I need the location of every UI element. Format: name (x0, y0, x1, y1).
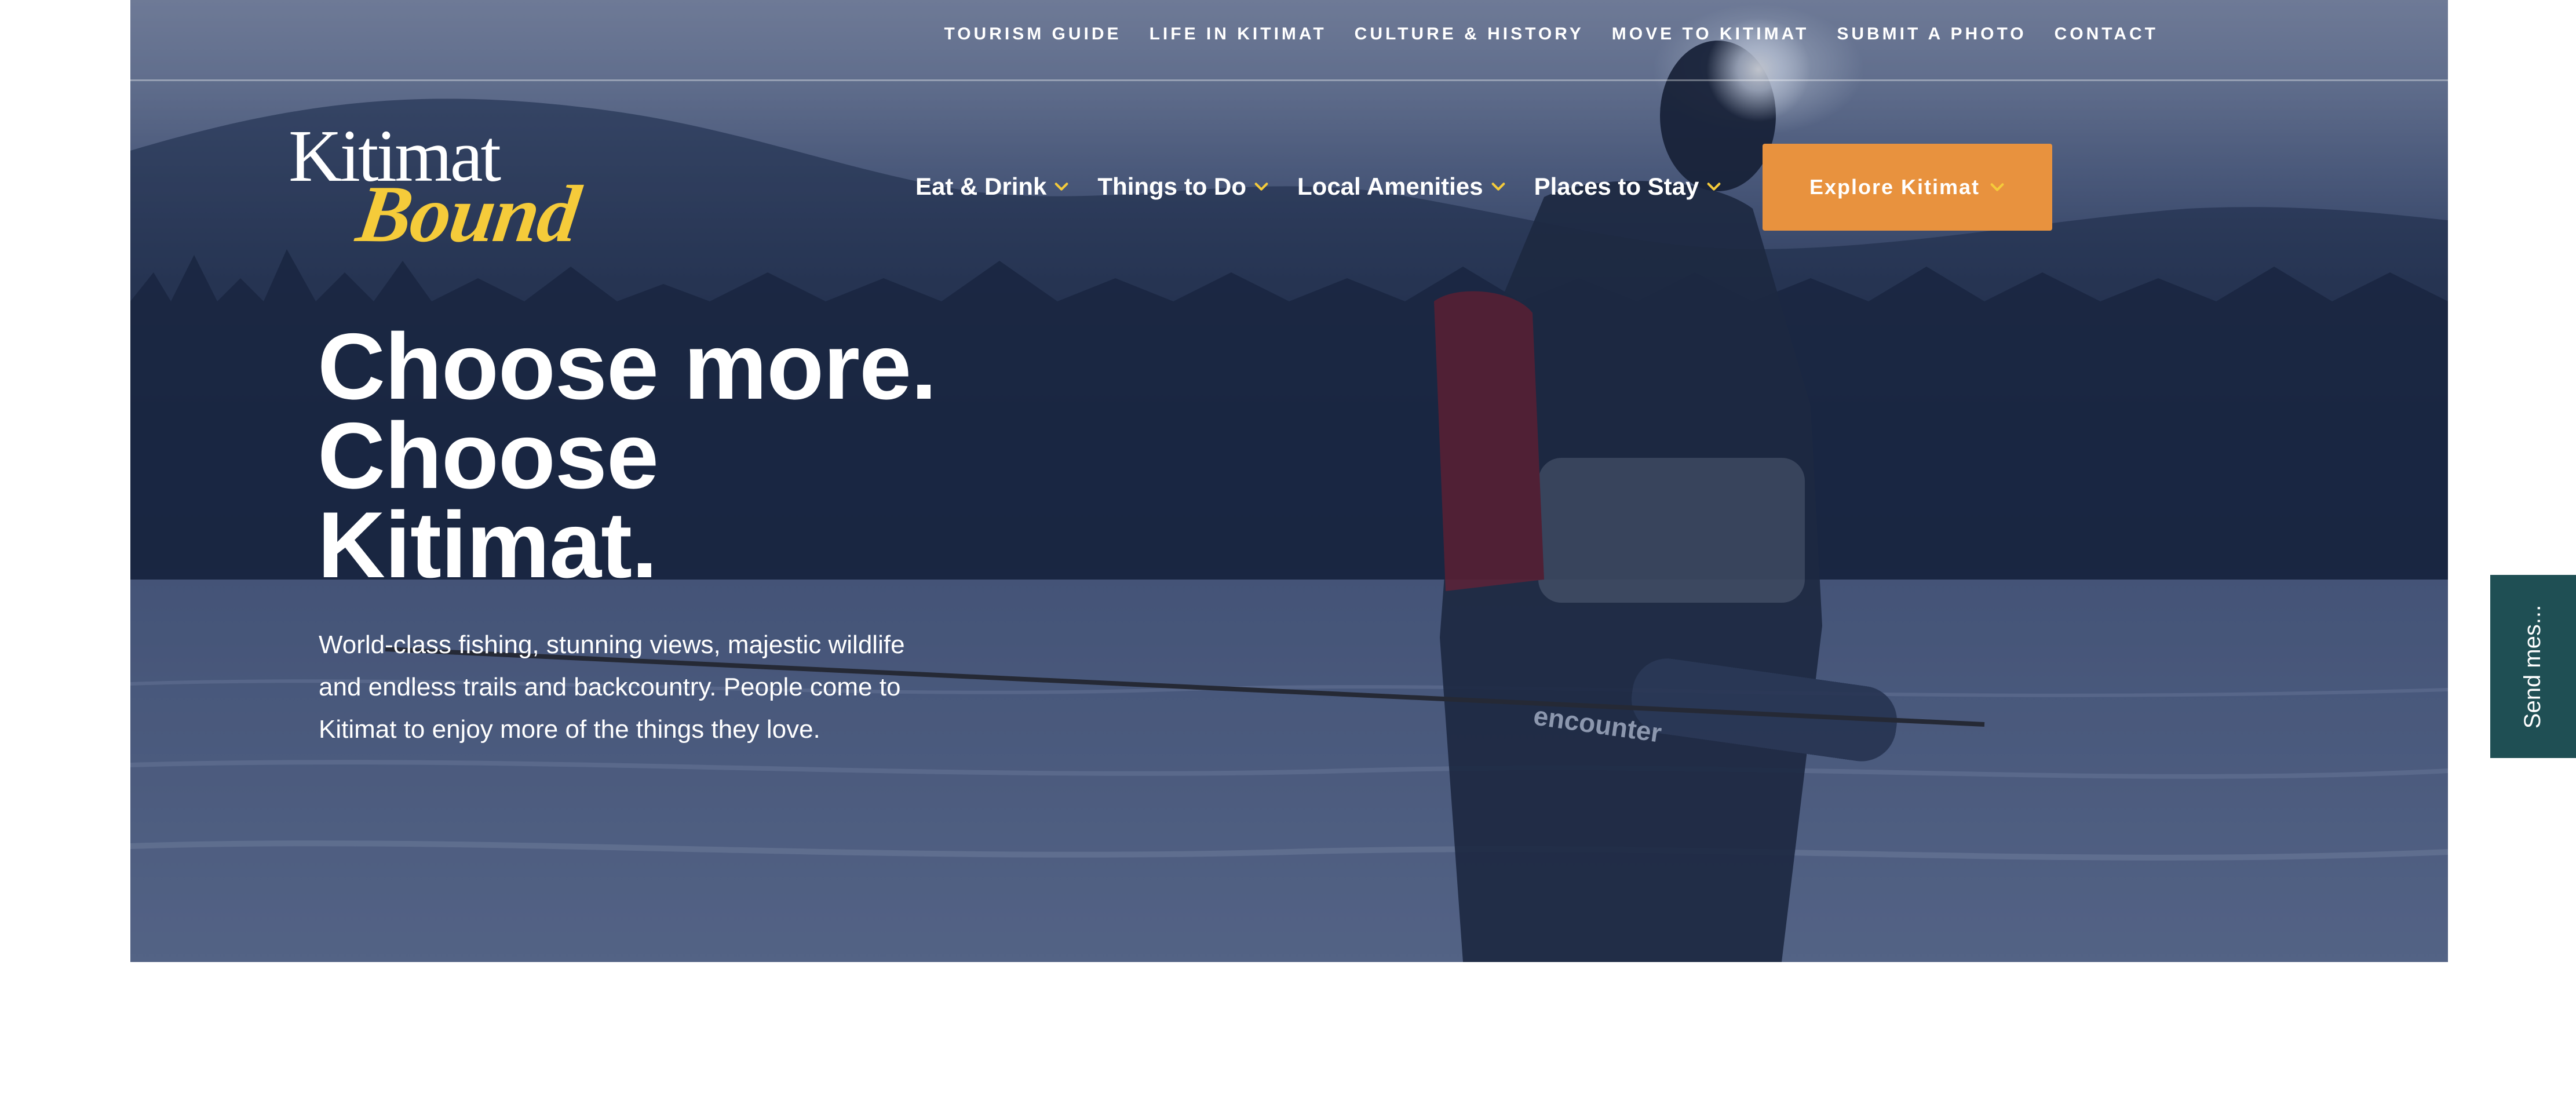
logo-text-bottom: Bound (352, 169, 585, 259)
subtext-line: World-class fishing, stunning views, maj… (319, 631, 905, 659)
chevron-down-icon (1254, 183, 1268, 191)
hero-subtext: World-class fishing, stunning views, maj… (319, 624, 956, 750)
utility-link-contact[interactable]: CONTACT (2055, 24, 2158, 44)
chevron-down-icon (1990, 183, 2004, 191)
utility-link-culture-history[interactable]: CULTURE & HISTORY (1355, 24, 1584, 44)
nav-item-label: Local Amenities (1297, 173, 1483, 200)
nav-item-label: Things to Do (1097, 173, 1247, 200)
headline-line: Kitimat. (318, 493, 658, 597)
nav-item-places-to-stay[interactable]: Places to Stay (1534, 173, 1723, 201)
utility-nav: TOURISM GUIDE LIFE IN KITIMAT CULTURE & … (130, 0, 2448, 81)
hero-headline: Choose more. Choose Kitimat. (318, 314, 1013, 597)
utility-link-tourism-guide[interactable]: TOURISM GUIDE (944, 24, 1121, 44)
nav-item-things-to-do[interactable]: Things to Do (1097, 173, 1269, 201)
subtext-line: and endless trails and backcountry. Peop… (319, 673, 901, 701)
site-logo[interactable]: Kitimat Bound (289, 119, 590, 259)
chevron-down-icon (1491, 183, 1505, 191)
subtext-line: Kitimat to enjoy more of the things they… (319, 715, 820, 744)
send-message-label: Send mes... (2520, 604, 2546, 728)
nav-item-local-amenities[interactable]: Local Amenities (1297, 173, 1506, 201)
send-message-tab[interactable]: Send mes... (2490, 575, 2576, 758)
nav-item-label: Eat & Drink (915, 173, 1047, 200)
utility-link-move-to-kitimat[interactable]: MOVE TO KITIMAT (1612, 24, 1809, 44)
nav-item-eat-drink[interactable]: Eat & Drink (915, 173, 1070, 201)
nav-item-label: Places to Stay (1534, 173, 1699, 200)
headline-line: Choose more. (318, 314, 937, 419)
chevron-down-icon (1707, 183, 1721, 191)
utility-link-submit-a-photo[interactable]: SUBMIT A PHOTO (1837, 24, 2026, 44)
chevron-down-icon (1055, 183, 1068, 191)
main-nav: Eat & Drink Things to Do Local Amenities… (915, 173, 1722, 201)
explore-button-label: Explore Kitimat (1809, 175, 1980, 199)
headline-line: Choose (318, 403, 659, 508)
explore-kitimat-button[interactable]: Explore Kitimat (1763, 144, 2052, 231)
utility-nav-list: TOURISM GUIDE LIFE IN KITIMAT CULTURE & … (944, 24, 2158, 44)
utility-link-life-in-kitimat[interactable]: LIFE IN KITIMAT (1150, 24, 1327, 44)
